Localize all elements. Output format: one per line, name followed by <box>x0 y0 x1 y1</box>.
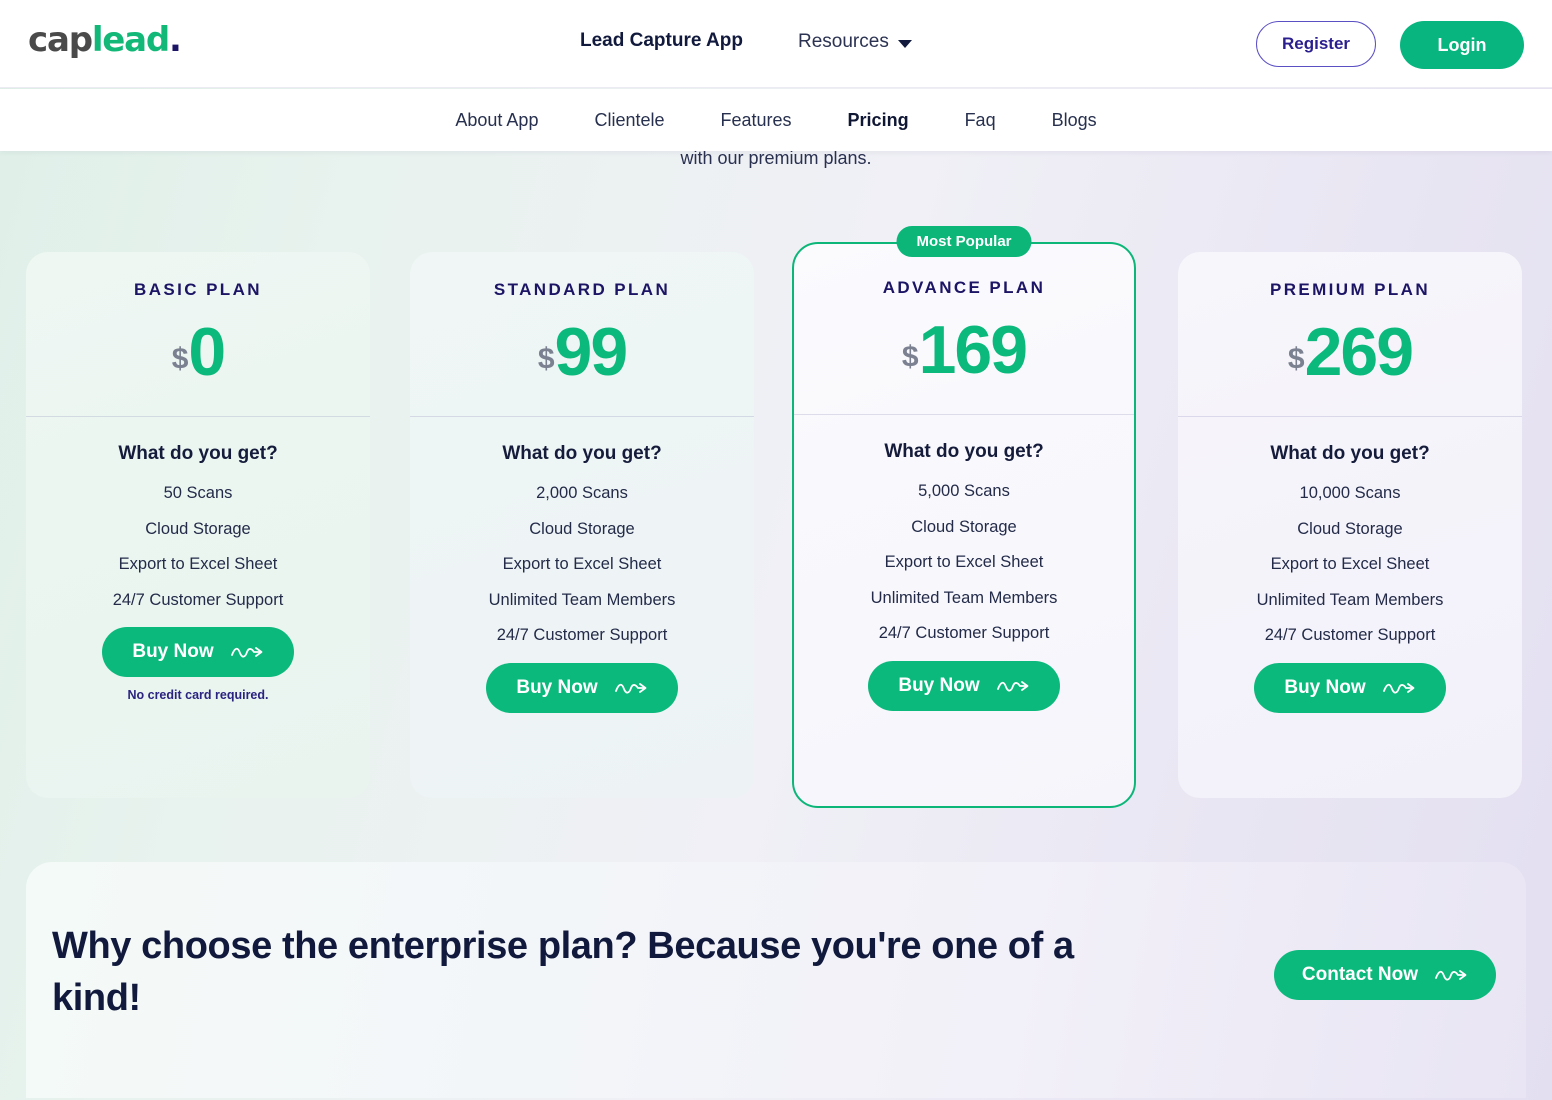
feature-item: Unlimited Team Members <box>1256 590 1444 609</box>
feature-item: Unlimited Team Members <box>488 590 676 609</box>
features-heading: What do you get? <box>502 443 662 464</box>
currency-symbol: $ <box>901 340 919 374</box>
plan-price: $0 <box>26 318 370 386</box>
feature-item: 50 Scans <box>163 484 233 502</box>
features-heading: What do you get? <box>118 443 278 464</box>
subnav-item-faq[interactable]: Faq <box>937 110 1024 131</box>
price-amount: 99 <box>554 314 629 390</box>
hero-subtitle: with our premium plans. <box>680 148 872 168</box>
squiggle-arrow-icon <box>1382 682 1415 694</box>
feature-list: 2,000 Scans Cloud Storage Export to Exce… <box>410 485 754 644</box>
pricing-card-advance[interactable]: Most Popular ADVANCE PLAN $169 What do y… <box>792 226 1136 808</box>
feature-item: Export to Excel Sheet <box>884 553 1044 571</box>
subnav-item-features[interactable]: Features <box>693 110 820 131</box>
subnav-item-about-app[interactable]: About App <box>427 110 566 131</box>
squiggle-arrow-icon <box>996 680 1029 692</box>
buy-now-button-standard[interactable]: Buy Now <box>486 662 678 713</box>
plan-price: $269 <box>1178 318 1522 386</box>
buy-now-button-advance[interactable]: Buy Now <box>868 660 1060 711</box>
squiggle-arrow-icon <box>230 647 263 658</box>
pricing-cards: BASIC PLAN $0 What do you get? 50 Scans … <box>26 226 1526 808</box>
price-amount: 0 <box>188 314 226 390</box>
card-divider <box>26 416 370 417</box>
nav-resources-dropdown[interactable]: Resources <box>798 31 912 53</box>
price-amount: 269 <box>1304 314 1414 390</box>
enterprise-heading: Why choose the enterprise plan? Because … <box>52 925 1074 1020</box>
buy-button-wrap: Buy Now <box>1178 662 1522 713</box>
currency-symbol: $ <box>1287 342 1305 376</box>
feature-item: Cloud Storage <box>145 519 251 538</box>
plan-name: ADVANCE PLAN <box>882 278 1046 297</box>
plan-name: PREMIUM PLAN <box>1269 280 1431 299</box>
section-navbar: About App Clientele Features Pricing Faq… <box>0 89 1552 151</box>
features-heading: What do you get? <box>1270 443 1430 464</box>
nav-resources-label: Resources <box>798 31 889 52</box>
feature-item: Cloud Storage <box>529 519 635 538</box>
squiggle-arrow-icon <box>1435 970 1467 981</box>
card-divider <box>794 414 1134 415</box>
buy-now-button-basic[interactable]: Buy Now <box>102 627 294 677</box>
no-credit-card-note: No credit card required. <box>127 688 269 702</box>
feature-item: 24/7 Customer Support <box>1264 626 1436 644</box>
plan-price: $99 <box>410 318 754 386</box>
currency-symbol: $ <box>537 342 555 376</box>
feature-item: Export to Excel Sheet <box>118 555 278 573</box>
feature-list: 10,000 Scans Cloud Storage Export to Exc… <box>1178 485 1522 644</box>
plan-name: STANDARD PLAN <box>493 280 671 299</box>
currency-symbol: $ <box>171 342 189 376</box>
card-divider <box>1178 416 1522 417</box>
buy-button-wrap: Buy Now <box>26 627 370 677</box>
logo-part-cap: cap <box>28 20 93 60</box>
subnav-item-blogs[interactable]: Blogs <box>1024 110 1125 131</box>
feature-item: 10,000 Scans <box>1299 484 1401 502</box>
price-amount: 169 <box>918 312 1028 388</box>
top-header: caplead. Lead Capture App Resources Regi… <box>0 0 1552 88</box>
feature-item: 24/7 Customer Support <box>878 624 1050 642</box>
feature-item: Unlimited Team Members <box>870 588 1058 607</box>
squiggle-arrow-icon <box>614 682 647 694</box>
pricing-card-standard[interactable]: STANDARD PLAN $99 What do you get? 2,000… <box>410 252 754 798</box>
logo-part-dot: . <box>169 20 182 60</box>
most-popular-badge: Most Popular <box>896 226 1032 257</box>
contact-now-label: Contact Now <box>1301 964 1418 985</box>
feature-item: Export to Excel Sheet <box>502 555 662 573</box>
feature-item: Export to Excel Sheet <box>1270 555 1430 573</box>
buy-now-label: Buy Now <box>516 676 598 698</box>
feature-item: 5,000 Scans <box>918 482 1010 500</box>
buy-now-label: Buy Now <box>898 674 980 696</box>
brand-logo[interactable]: caplead. <box>28 20 182 60</box>
buy-button-wrap: Buy Now <box>794 660 1134 711</box>
features-heading: What do you get? <box>884 441 1044 462</box>
feature-list: 5,000 Scans Cloud Storage Export to Exce… <box>794 483 1134 642</box>
register-button[interactable]: Register <box>1256 21 1376 67</box>
pricing-card-premium[interactable]: PREMIUM PLAN $269 What do you get? 10,00… <box>1178 252 1522 798</box>
plan-name: BASIC PLAN <box>134 280 262 299</box>
logo-part-lead: lead <box>91 20 170 60</box>
feature-item: 2,000 Scans <box>536 484 628 502</box>
chevron-down-icon <box>897 39 912 48</box>
card-divider <box>410 416 754 417</box>
subnav-item-clientele[interactable]: Clientele <box>566 110 692 131</box>
feature-item: Cloud Storage <box>911 517 1017 536</box>
enterprise-panel: Why choose the enterprise plan? Because … <box>26 862 1526 1098</box>
subnav-item-pricing[interactable]: Pricing <box>820 110 937 131</box>
login-button[interactable]: Login <box>1400 21 1524 69</box>
contact-now-button[interactable]: Contact Now <box>1273 950 1496 1000</box>
feature-item: 24/7 Customer Support <box>496 626 668 644</box>
buy-now-button-premium[interactable]: Buy Now <box>1254 662 1446 713</box>
pricing-page: caplead. Lead Capture App Resources Regi… <box>0 0 1552 1100</box>
pricing-card-basic[interactable]: BASIC PLAN $0 What do you get? 50 Scans … <box>26 252 370 798</box>
buy-now-label: Buy Now <box>1284 676 1366 698</box>
buy-now-label: Buy Now <box>132 641 214 662</box>
feature-list: 50 Scans Cloud Storage Export to Excel S… <box>26 485 370 608</box>
feature-item: 24/7 Customer Support <box>112 590 284 609</box>
nav-lead-capture-app[interactable]: Lead Capture App <box>580 30 743 52</box>
feature-item: Cloud Storage <box>1297 519 1403 538</box>
plan-price: $169 <box>794 316 1134 384</box>
buy-button-wrap: Buy Now <box>410 662 754 713</box>
